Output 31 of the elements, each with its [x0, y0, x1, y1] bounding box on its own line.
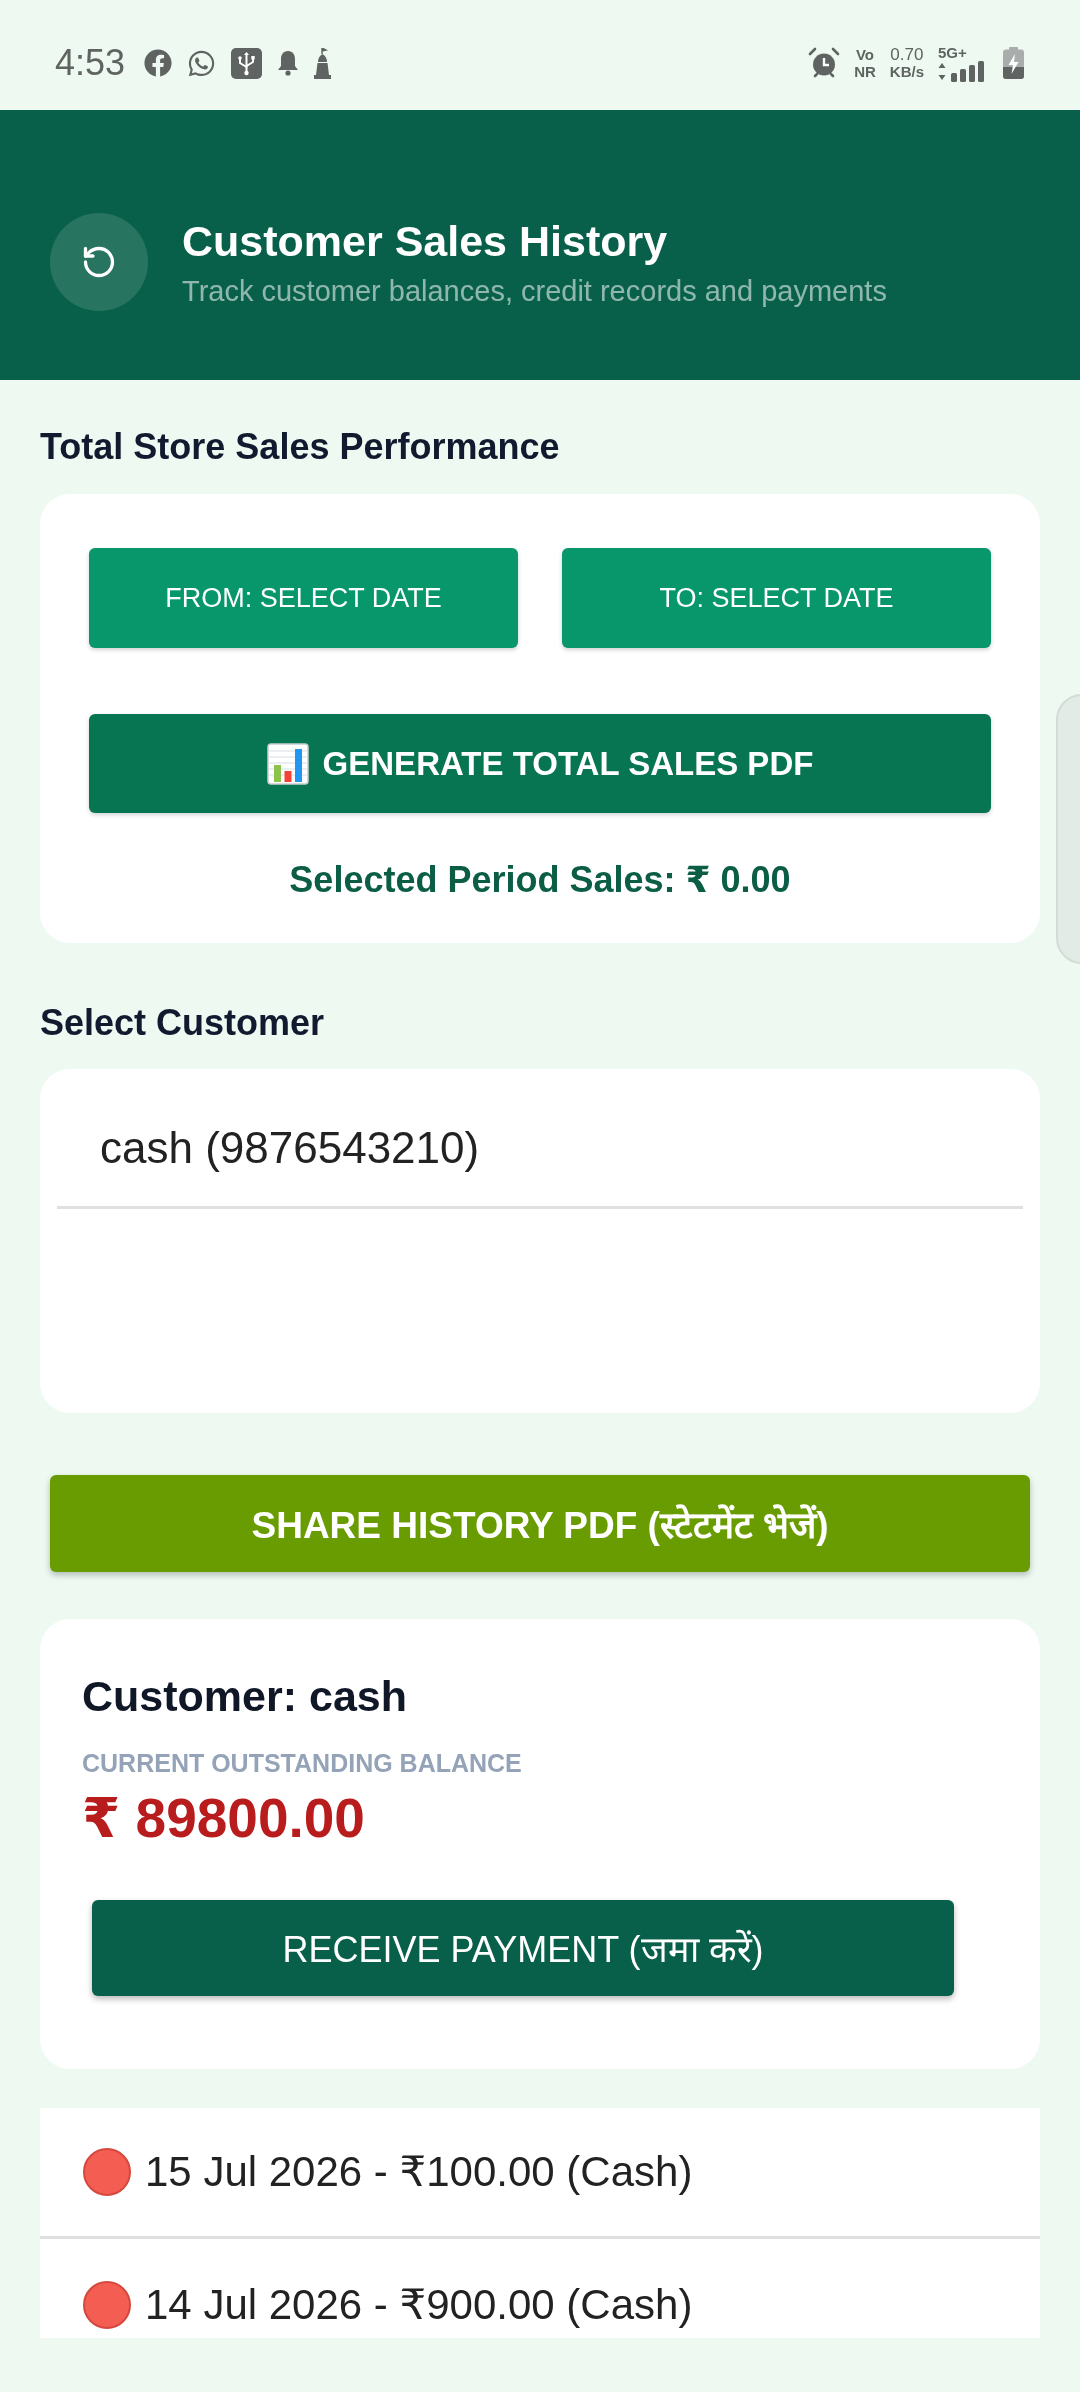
- from-date-button[interactable]: FROM: SELECT DATE: [89, 548, 518, 648]
- balance-label: CURRENT OUTSTANDING BALANCE: [82, 1748, 522, 1778]
- section-heading: Total Store Sales Performance: [40, 427, 561, 467]
- bar-chart-icon: [266, 742, 309, 785]
- page-subtitle: Track customer balances, credit records and payments: [182, 274, 887, 308]
- page-title: Customer Sales History: [182, 216, 669, 266]
- customer-dropdown[interactable]: cash (9876543210): [57, 1069, 1023, 1209]
- circular-arrow-icon: [81, 244, 117, 280]
- clock-time: 4:53: [55, 43, 126, 83]
- transaction-text: 14 Jul 2026 - ₹900.00 (Cash): [145, 2279, 693, 2330]
- speed-unit: KB/s: [889, 63, 924, 80]
- section-heading: Select Customer: [40, 1003, 326, 1043]
- data-speed: 0.70: [890, 46, 924, 63]
- generate-pdf-button[interactable]: GENERATE TOTAL SALES PDF: [89, 714, 991, 813]
- volte-label: Vo: [855, 46, 874, 63]
- whatsapp-icon: [187, 48, 217, 78]
- receive-payment-button[interactable]: RECEIVE PAYMENT (जमा करें): [92, 1900, 954, 1996]
- network-type: 5G+: [938, 44, 967, 61]
- period-sales-total: Selected Period Sales: ₹ 0.00: [288, 860, 792, 900]
- alarm-clock-icon: [808, 47, 841, 79]
- usb-icon: [231, 47, 263, 79]
- to-date-button[interactable]: TO: SELECT DATE: [562, 548, 991, 648]
- share-pdf-button[interactable]: SHARE HISTORY PDF (स्टेटमेंट भेजें): [50, 1475, 1030, 1572]
- facebook-icon: [144, 49, 173, 77]
- tower-icon: [314, 47, 332, 79]
- battery-charging-icon: [1003, 47, 1024, 79]
- transaction-text: 15 Jul 2026 - ₹100.00 (Cash): [145, 2147, 693, 2197]
- balance-amount: ₹ 89800.00: [82, 1788, 365, 1848]
- volte-label: NR: [854, 63, 876, 80]
- customer-name: Customer: cash: [82, 1671, 407, 1721]
- bell-icon: [277, 50, 300, 76]
